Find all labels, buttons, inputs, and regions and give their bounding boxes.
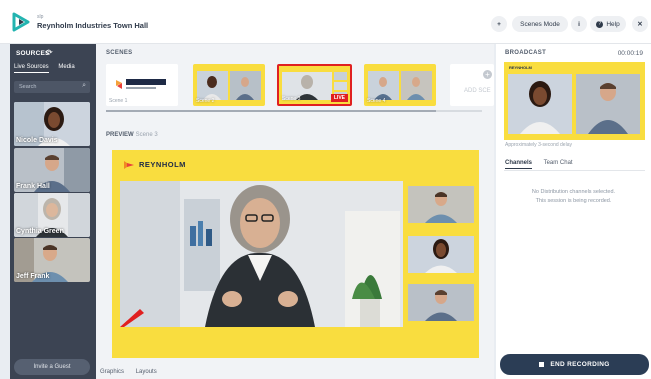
- source-thumb-4[interactable]: Jeff Frank: [14, 238, 90, 282]
- broadcast-panel: BROADCAST 00:00:19 REYNHOLM Approximatel…: [496, 44, 651, 379]
- preview-scene-name: Scene 3: [135, 132, 158, 138]
- close-icon: ✕: [637, 21, 643, 28]
- scene-name: Scene 4: [367, 98, 386, 104]
- info-icon: i: [578, 20, 580, 28]
- refresh-icon[interactable]: ⟳: [46, 48, 53, 57]
- tab-media[interactable]: Media: [58, 64, 74, 70]
- channels-message: No Distribution channels selected.: [531, 189, 616, 195]
- side-camera-1: [408, 186, 474, 223]
- scene-name: Scene 3: [282, 96, 301, 102]
- app-logo: [12, 12, 30, 32]
- broadcast-title: BROADCAST: [505, 50, 547, 56]
- live-badge: LIVE: [330, 94, 348, 102]
- scene-name: Scene 2: [196, 98, 215, 104]
- add-button[interactable]: +: [491, 16, 507, 32]
- sources-title: SOURCES: [16, 50, 50, 57]
- end-recording-button[interactable]: END RECORDING: [500, 354, 649, 375]
- tab-layouts[interactable]: Layouts: [136, 369, 157, 375]
- scene-name: Scene 1: [109, 98, 128, 104]
- session-title[interactable]: Reynholm Industries Town Hall: [37, 21, 148, 30]
- brand-logo: REYNHOLM: [124, 160, 186, 169]
- info-button[interactable]: i: [571, 16, 587, 32]
- scenes-mode-label: Scenes Mode: [520, 20, 560, 28]
- brand-text: REYNHOLM: [139, 160, 186, 169]
- scene-thumb-3[interactable]: Scene 3 LIVE: [277, 64, 352, 106]
- source-thumb-3[interactable]: Cynthia Green: [14, 193, 90, 237]
- preview-bottom-tabs: Graphics Layouts: [100, 369, 167, 375]
- stop-icon: [539, 362, 545, 367]
- broadcast-brand: REYNHOLM: [509, 65, 532, 70]
- source-name: Nicole Davis: [16, 137, 58, 144]
- broadcast-tabs: Channels Team Chat: [505, 160, 583, 169]
- sources-panel: SOURCES ⟳ Live Sources Media Search ⌕ Ni…: [10, 44, 96, 379]
- help-label: Help: [606, 20, 620, 28]
- close-button[interactable]: ✕: [632, 16, 648, 32]
- side-camera-2: [408, 236, 474, 273]
- main-area: SCENES Scene 1 Scene 2 Scene 3 LIVE Scen…: [96, 44, 494, 379]
- tab-team-chat[interactable]: Team Chat: [544, 160, 573, 166]
- invite-guest-button[interactable]: Invite a Guest: [14, 359, 90, 375]
- source-thumb-2[interactable]: Frank Hall: [14, 148, 90, 192]
- tab-graphics[interactable]: Graphics: [100, 369, 124, 375]
- plus-icon: +: [497, 20, 501, 28]
- side-camera-3: [408, 284, 474, 321]
- scene-thumb-4[interactable]: Scene 4: [364, 64, 436, 106]
- preview-title: PREVIEW Scene 3: [106, 132, 158, 138]
- broadcast-output: REYNHOLM: [504, 62, 645, 140]
- brand-mark-icon: [124, 160, 134, 169]
- help-button[interactable]: ? Help: [590, 16, 626, 32]
- sources-tabs: Live Sources Media: [14, 64, 83, 73]
- help-icon: ?: [596, 20, 604, 28]
- scene-thumb-1[interactable]: Scene 1: [106, 64, 178, 106]
- tab-live-sources[interactable]: Live Sources: [14, 64, 49, 73]
- main-speaker-video: [120, 181, 403, 327]
- search-placeholder: Search: [19, 84, 37, 90]
- plus-icon: +: [483, 70, 492, 79]
- scenes-title: SCENES: [106, 50, 133, 56]
- scene-thumb-2[interactable]: Scene 2: [193, 64, 265, 106]
- app-tag: slp: [37, 14, 44, 20]
- scenes-mode-button[interactable]: Scenes Mode: [512, 16, 568, 32]
- source-name: Jeff Frank: [16, 273, 50, 280]
- recording-message: This session is being recorded.: [535, 198, 612, 204]
- add-scene-label: ADD SCE: [464, 88, 491, 94]
- delay-note: Approximately 3-second delay: [505, 142, 572, 148]
- preview-canvas[interactable]: REYNHOLM: [112, 150, 479, 358]
- preview-label: PREVIEW: [106, 132, 134, 138]
- source-name: Cynthia Green: [16, 228, 64, 235]
- source-name: Frank Hall: [16, 183, 50, 190]
- search-icon: ⌕: [82, 82, 86, 89]
- broadcast-video: [508, 74, 640, 134]
- tabs-divider: [504, 170, 645, 171]
- source-thumb-1[interactable]: Nicole Davis: [14, 102, 90, 146]
- sources-search-input[interactable]: Search ⌕: [14, 81, 90, 93]
- broadcast-timer: 00:00:19: [617, 50, 643, 57]
- scenes-scrollbar[interactable]: [106, 110, 436, 112]
- end-recording-label: END RECORDING: [550, 361, 610, 368]
- app-header: slp Reynholm Industries Town Hall + Scen…: [0, 0, 651, 44]
- add-scene-button[interactable]: + ADD SCE: [450, 64, 494, 106]
- invite-guest-label: Invite a Guest: [33, 364, 71, 370]
- tab-channels[interactable]: Channels: [505, 160, 533, 169]
